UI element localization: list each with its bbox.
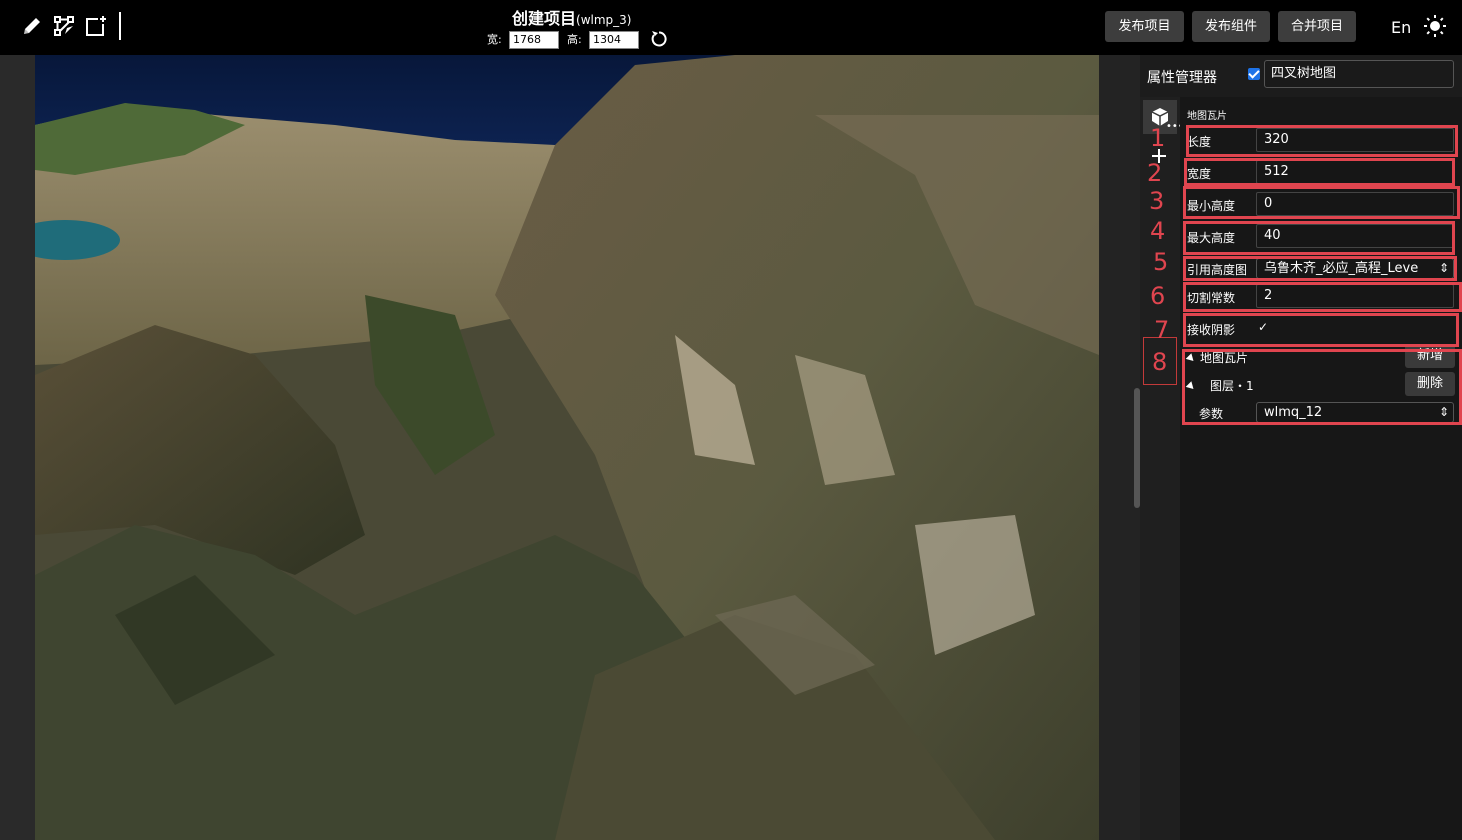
theme-sun-icon[interactable] xyxy=(1423,14,1447,38)
annotation-number: 6 xyxy=(1150,282,1166,310)
annotation-box-5 xyxy=(1183,256,1457,281)
annotation-number: 2 xyxy=(1147,159,1163,187)
pencil-icon[interactable] xyxy=(20,14,44,38)
annotation-number: 7 xyxy=(1154,316,1170,344)
height-label: 高: xyxy=(567,33,582,46)
annotation-box-3 xyxy=(1183,186,1460,219)
annotation-box-1 xyxy=(1186,125,1458,157)
merge-project-button[interactable]: 合并项目 xyxy=(1278,11,1356,42)
publish-project-button[interactable]: 发布项目 xyxy=(1105,11,1184,42)
annotation-number: 3 xyxy=(1149,187,1165,215)
annotation-box-6 xyxy=(1183,282,1462,312)
annotation-box-7 xyxy=(1183,313,1459,347)
annotation-number: 4 xyxy=(1150,217,1166,245)
project-id: (wlmp_3) xyxy=(576,13,632,27)
section-title: 地图瓦片 xyxy=(1187,111,1227,122)
height-input[interactable]: 1304 xyxy=(589,31,639,49)
node-edit-icon[interactable] xyxy=(52,14,76,38)
annotation-number: 1 xyxy=(1150,124,1166,152)
annotation-box-4 xyxy=(1183,221,1455,255)
map-enabled-checkbox[interactable] xyxy=(1248,68,1260,80)
annotation-number: 8 xyxy=(1152,348,1168,376)
project-title: 创建项目 xyxy=(512,9,577,28)
terrain-3d-viewport[interactable] xyxy=(35,55,1099,840)
map-name-input[interactable]: 四叉树地图 xyxy=(1264,60,1454,88)
width-input[interactable]: 1768 xyxy=(509,31,559,49)
width-label: 宽: xyxy=(487,33,502,46)
publish-component-button[interactable]: 发布组件 xyxy=(1192,11,1270,42)
annotation-number: 5 xyxy=(1153,248,1169,276)
page-title: 创建项目(wlmp_3) xyxy=(512,5,631,29)
add-frame-icon[interactable] xyxy=(84,14,108,38)
language-toggle[interactable]: En xyxy=(1391,18,1411,37)
toolbar-divider xyxy=(119,12,121,40)
reset-icon[interactable] xyxy=(649,29,669,49)
property-manager-title: 属性管理器 xyxy=(1147,70,1217,86)
top-bar: 创建项目(wlmp_3) 宽: 1768 高: 1304 发布项目 发布组件 合… xyxy=(0,0,1462,55)
annotation-box-2 xyxy=(1184,158,1455,186)
annotation-box-8 xyxy=(1182,349,1462,425)
property-panel-header: 属性管理器 四叉树地图 xyxy=(1140,55,1462,97)
left-gutter xyxy=(0,55,35,840)
